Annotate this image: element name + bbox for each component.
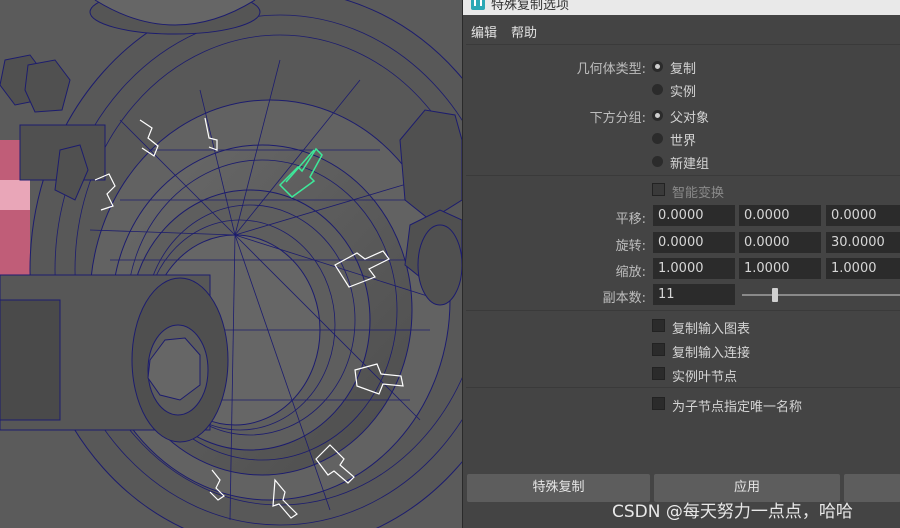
- scale-z-field[interactable]: 1.0000: [826, 258, 900, 279]
- radio-copy-label[interactable]: 复制: [670, 58, 696, 77]
- rotate-x-field[interactable]: 0.0000: [653, 232, 735, 253]
- rotate-label: 旋转:: [615, 239, 646, 254]
- assign-unique-name-checkbox[interactable]: [652, 397, 665, 410]
- separator: [466, 175, 900, 176]
- scale-x-field[interactable]: 1.0000: [653, 258, 735, 279]
- geometry-type-label: 几何体类型:: [576, 62, 646, 77]
- duplicate-input-connections-label[interactable]: 复制输入连接: [672, 342, 750, 361]
- assign-unique-name-label[interactable]: 为子节点指定唯一名称: [672, 396, 802, 415]
- radio-new-group-label[interactable]: 新建组: [670, 153, 709, 172]
- scale-y-field[interactable]: 1.0000: [739, 258, 821, 279]
- smart-transform-label: 智能变换: [672, 186, 725, 201]
- scale-label: 缩放:: [615, 265, 646, 280]
- copies-slider-thumb[interactable]: [772, 288, 778, 302]
- smart-transform-checkbox[interactable]: [652, 183, 665, 196]
- duplicate-special-options-window: 特殊复制选项 编辑 帮助 几何体类型: 复制 实例 下方分组: 父对象 世界 新…: [462, 0, 900, 528]
- radio-world-label[interactable]: 世界: [670, 130, 696, 149]
- wireframe-scene: [0, 0, 462, 528]
- copies-label: 副本数:: [602, 291, 646, 306]
- instance-leaf-nodes-checkbox[interactable]: [652, 367, 665, 380]
- translate-x-field[interactable]: 0.0000: [653, 205, 735, 226]
- maya-3d-viewport[interactable]: [0, 0, 462, 528]
- radio-parent-label[interactable]: 父对象: [670, 107, 709, 126]
- watermark-text: CSDN @每天努力一点点，哈哈: [612, 502, 853, 522]
- rotate-z-field[interactable]: 30.0000: [826, 232, 900, 253]
- copies-slider-track[interactable]: [742, 294, 900, 296]
- instance-leaf-nodes-label[interactable]: 实例叶节点: [672, 366, 737, 385]
- radio-instance-label[interactable]: 实例: [670, 81, 696, 100]
- radio-world[interactable]: [652, 133, 663, 144]
- duplicate-input-graph-checkbox[interactable]: [652, 319, 665, 332]
- maya-app-icon: [471, 0, 485, 10]
- window-title: 特殊复制选项: [491, 0, 570, 13]
- translate-z-field[interactable]: 0.0000: [826, 205, 900, 226]
- translate-y-field[interactable]: 0.0000: [739, 205, 821, 226]
- window-titlebar[interactable]: 特殊复制选项: [463, 0, 900, 15]
- menu-help[interactable]: 帮助: [511, 22, 537, 41]
- duplicate-input-connections-checkbox[interactable]: [652, 343, 665, 356]
- radio-copy[interactable]: [652, 61, 663, 72]
- group-under-label: 下方分组:: [589, 111, 646, 126]
- menubar: 编辑 帮助: [463, 17, 900, 43]
- separator: [466, 387, 900, 388]
- radio-new-group[interactable]: [652, 156, 663, 167]
- options-panel: 几何体类型: 复制 实例 下方分组: 父对象 世界 新建组 智能变换 平移: 0…: [466, 44, 900, 464]
- menu-edit[interactable]: 编辑: [471, 22, 497, 41]
- rotate-y-field[interactable]: 0.0000: [739, 232, 821, 253]
- radio-instance[interactable]: [652, 84, 663, 95]
- translate-label: 平移:: [615, 212, 646, 227]
- duplicate-input-graph-label[interactable]: 复制输入图表: [672, 318, 750, 337]
- copies-field[interactable]: 11: [653, 284, 735, 305]
- radio-parent[interactable]: [652, 110, 663, 121]
- separator: [466, 310, 900, 311]
